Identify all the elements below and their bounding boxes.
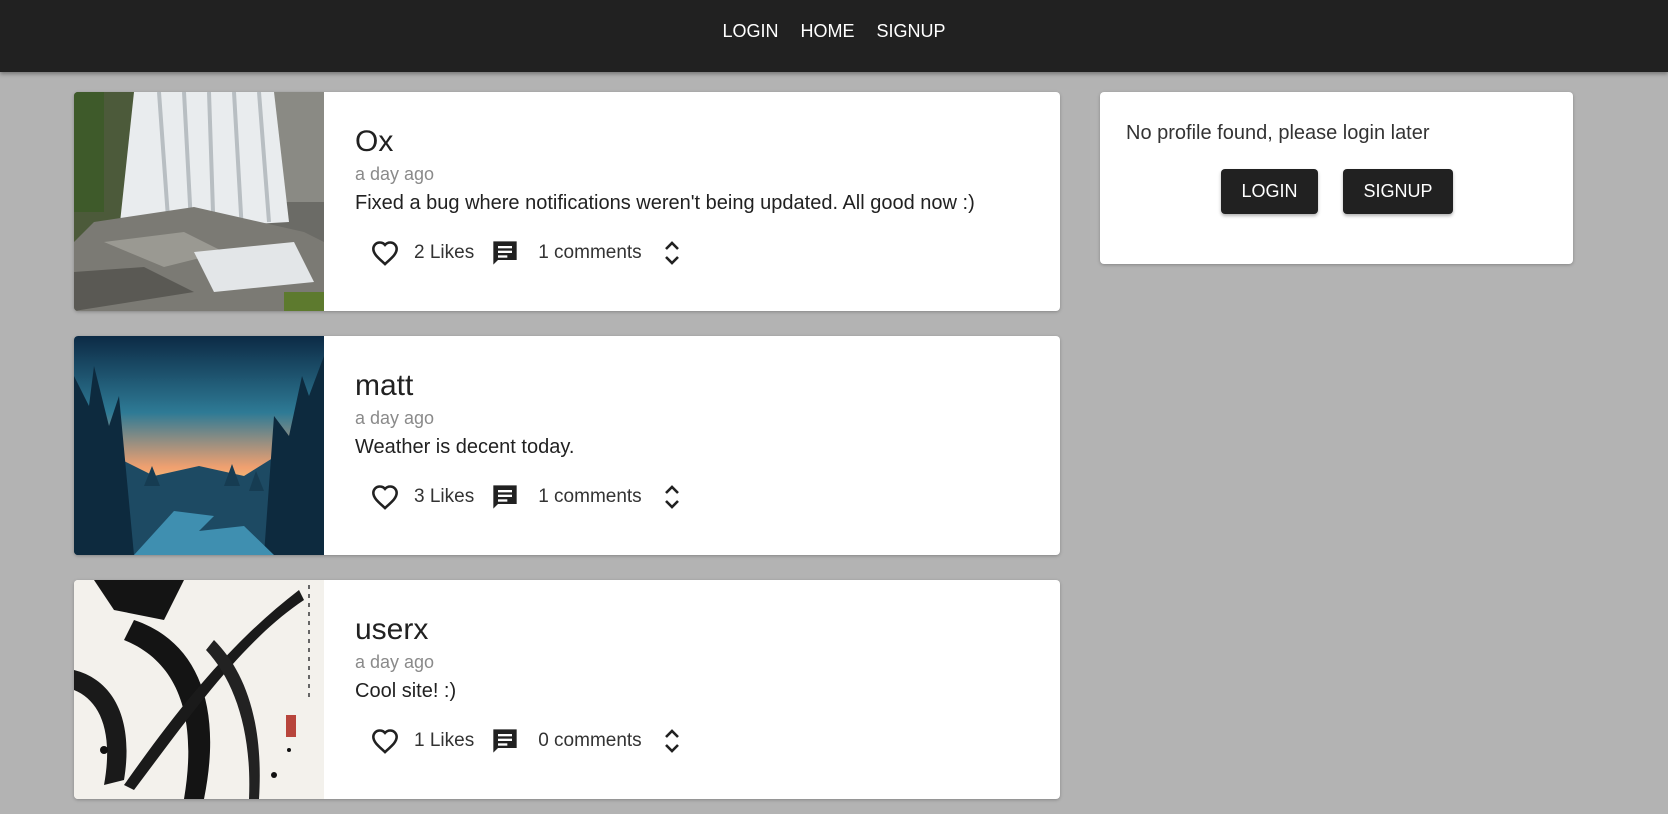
nav-home-link[interactable]: HOME: [801, 21, 855, 42]
post-card: Ox a day ago Fixed a bug where notificat…: [74, 92, 1060, 311]
post-image-waterfall: [74, 92, 324, 311]
heart-outline-icon[interactable]: [369, 725, 401, 757]
profile-message: No profile found, please login later: [1126, 122, 1430, 144]
post-actions: 2 Likes 1 comments: [369, 235, 688, 271]
post-author[interactable]: matt: [355, 369, 413, 403]
post-card: userx a day ago Cool site! :) 1 Likes 0 …: [74, 580, 1060, 799]
post-timestamp: a day ago: [355, 408, 435, 428]
post-author[interactable]: Ox: [355, 125, 393, 159]
nav-login-link[interactable]: LOGIN: [722, 21, 778, 42]
post-text: Fixed a bug where notifications weren't …: [355, 192, 975, 214]
comment-count[interactable]: 1 comments: [538, 242, 641, 264]
heart-outline-icon[interactable]: [369, 237, 401, 269]
post-image-forest-sunset: [74, 336, 324, 555]
post-author[interactable]: userx: [355, 613, 428, 647]
unfold-icon[interactable]: [656, 725, 688, 757]
nav-signup-link[interactable]: SIGNUP: [877, 21, 946, 42]
post-card: matt a day ago Weather is decent today. …: [74, 336, 1060, 555]
profile-card: No profile found, please login later LOG…: [1100, 92, 1573, 264]
unfold-icon[interactable]: [656, 237, 688, 269]
comment-icon[interactable]: [489, 237, 521, 269]
comment-icon[interactable]: [489, 725, 521, 757]
post-text: Cool site! :): [355, 680, 457, 702]
signup-button[interactable]: SIGNUP: [1343, 169, 1453, 214]
post-text: Weather is decent today.: [355, 436, 575, 458]
like-count: 2 Likes: [414, 242, 475, 263]
heart-outline-icon[interactable]: [369, 481, 401, 513]
post-actions: 3 Likes 1 comments: [369, 479, 688, 515]
navbar: LOGIN HOME SIGNUP: [0, 0, 1668, 72]
like-count: 1 Likes: [414, 730, 475, 751]
comment-icon[interactable]: [489, 481, 521, 513]
unfold-icon[interactable]: [656, 481, 688, 513]
comment-count[interactable]: 1 comments: [538, 486, 641, 508]
login-button[interactable]: LOGIN: [1221, 169, 1318, 214]
post-timestamp: a day ago: [355, 164, 435, 184]
comment-count[interactable]: 0 comments: [538, 730, 641, 752]
post-timestamp: a day ago: [355, 652, 435, 672]
like-count: 3 Likes: [414, 486, 475, 507]
post-actions: 1 Likes 0 comments: [369, 723, 688, 759]
post-image-ink-samurai: [74, 580, 324, 799]
